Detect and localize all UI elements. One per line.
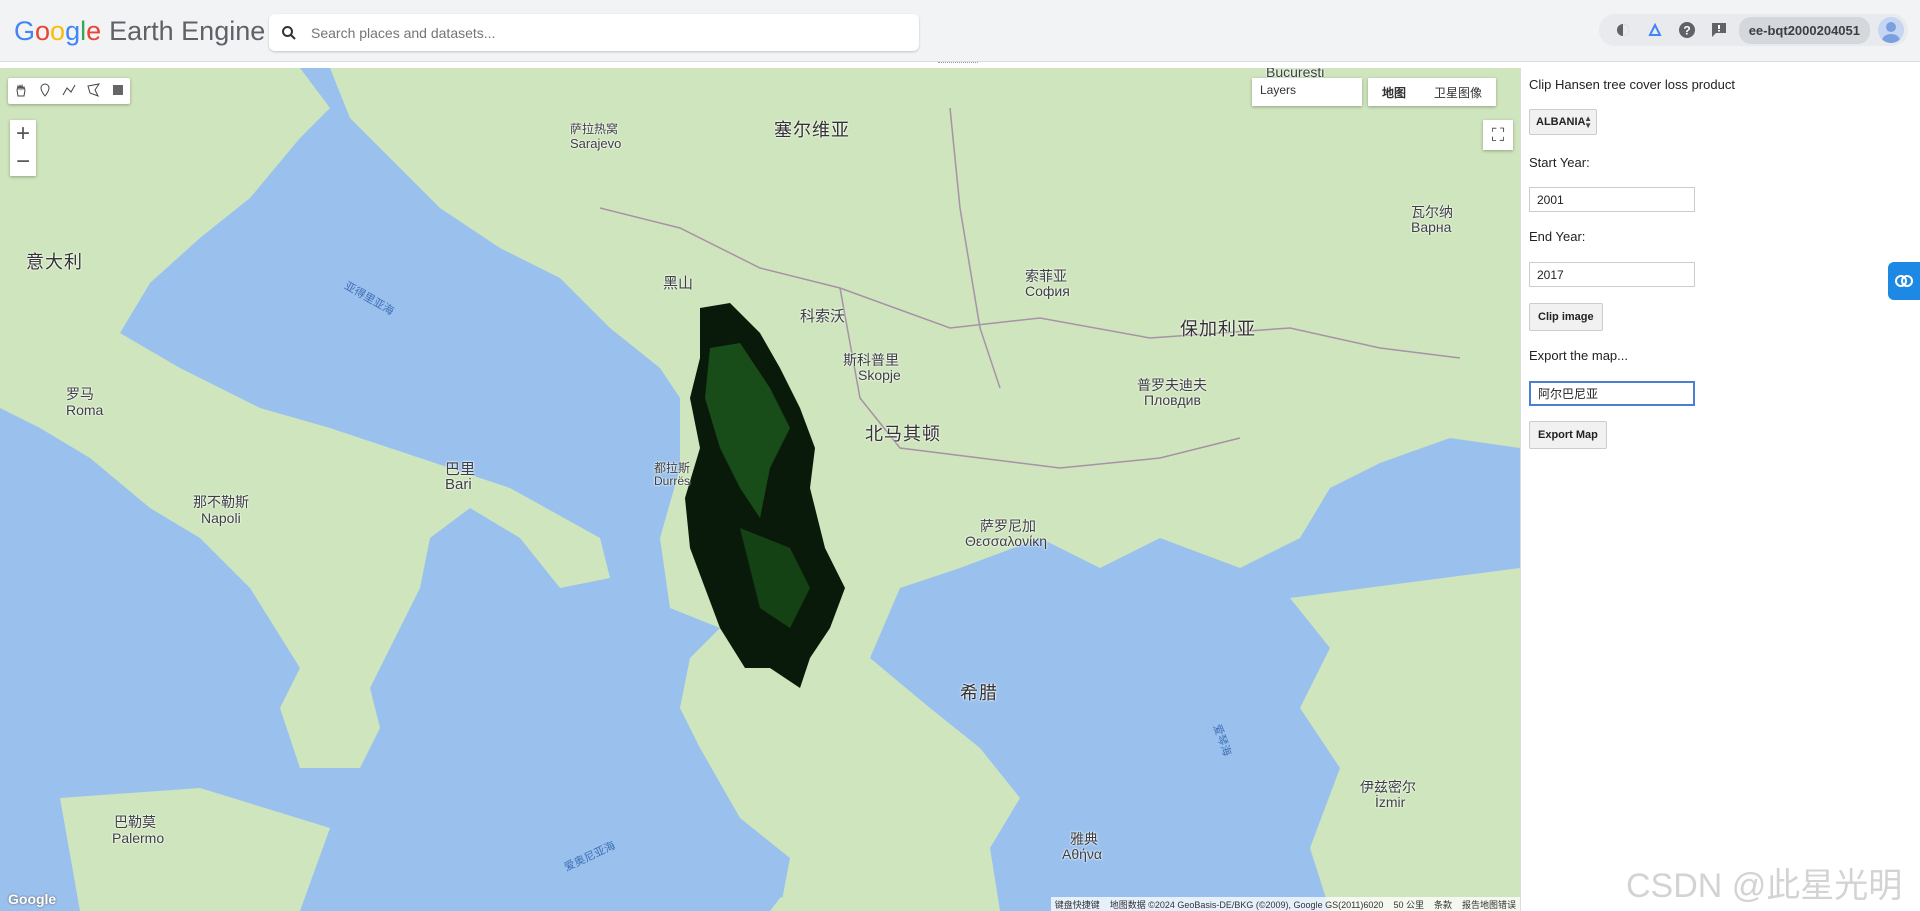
logo-letter: g	[65, 16, 80, 47]
terms-link[interactable]: 条款	[1434, 898, 1452, 911]
user-id-badge[interactable]: ee-bqt2000204051	[1739, 17, 1870, 44]
avatar[interactable]	[1878, 17, 1904, 43]
theme-icon[interactable]	[1611, 18, 1635, 42]
map-label-sarajevo: 萨拉热窝	[570, 120, 618, 137]
map-label-north-macedonia: 北马其顿	[865, 420, 941, 446]
map-label-plovdiv-en: Пловдив	[1144, 392, 1201, 408]
line-icon[interactable]	[62, 83, 76, 100]
earth-engine-logo[interactable]: Google Earth Engine	[14, 14, 265, 48]
polygon-icon[interactable]	[87, 83, 101, 100]
basemap-graphic	[0, 68, 1520, 911]
feedback-icon[interactable]	[1707, 18, 1731, 42]
map-label-sofia-en: София	[1025, 283, 1070, 299]
map-label-durres-en: Durrës	[654, 474, 690, 488]
pin-icon[interactable]	[39, 83, 51, 100]
export-name-field[interactable]	[1529, 381, 1695, 406]
map-type-map-button[interactable]: 地图	[1368, 78, 1420, 106]
map-data-text: 地图数据 ©2024 GeoBasis-DE/BKG (©2009), Goog…	[1110, 898, 1384, 911]
layers-panel[interactable]: Layers	[1252, 78, 1362, 106]
panel-title: Clip Hansen tree cover loss product	[1529, 77, 1735, 92]
app-header: Google Earth Engine ? ee-bqt2000204051	[0, 0, 1920, 62]
notebook-icon[interactable]	[1643, 18, 1667, 42]
map-label-kosovo: 科索沃	[800, 305, 845, 326]
map-label-greece: 希腊	[960, 679, 998, 705]
map-type-satellite-button[interactable]: 卫星图像	[1420, 78, 1496, 106]
fullscreen-icon[interactable]: ⛶	[1483, 120, 1513, 150]
report-error-link[interactable]: 报告地图错误	[1462, 898, 1516, 911]
floating-assistant-icon[interactable]	[1888, 262, 1920, 300]
map-label-athens-en: Αθήνα	[1062, 846, 1102, 862]
drawing-toolbar	[8, 78, 130, 104]
logo-letter: e	[86, 16, 101, 47]
zoom-out-button[interactable]: −	[10, 148, 36, 176]
logo-letter: o	[50, 16, 65, 47]
map-label-bulgaria: 保加利亚	[1180, 315, 1256, 341]
end-year-label: End Year:	[1529, 229, 1585, 244]
map-label-naples: 那不勒斯	[193, 492, 249, 512]
start-year-field[interactable]	[1529, 187, 1695, 212]
map-type-switcher: 地图 卫星图像	[1368, 78, 1496, 106]
zoom-controls: + −	[10, 120, 36, 176]
google-map-logo: Google	[8, 891, 56, 907]
map-label-varna-en: Варна	[1411, 219, 1451, 235]
export-label: Export the map...	[1529, 348, 1628, 363]
map-label-palermo: 巴勒莫	[114, 812, 156, 832]
logo-letter: G	[14, 16, 35, 47]
map-label-italy: 意大利	[26, 248, 83, 274]
end-year-field[interactable]	[1529, 262, 1695, 287]
hand-icon[interactable]	[14, 83, 28, 100]
start-year-label: Start Year:	[1529, 155, 1590, 170]
map-label-montenegro: 黑山	[663, 272, 693, 293]
export-map-button[interactable]: Export Map	[1529, 421, 1607, 449]
map-label-rome: 罗马	[66, 384, 94, 404]
country-select[interactable]: ALBANIA ▲▼	[1529, 109, 1597, 135]
ui-panel: Clip Hansen tree cover loss product ALBA…	[1520, 68, 1920, 911]
panel-resize-handle[interactable]	[938, 62, 978, 67]
scale-bar[interactable]: 50 公里	[1393, 898, 1424, 911]
select-arrows-icon: ▲▼	[1584, 115, 1592, 129]
map-label-skopje-en: Skopje	[858, 367, 901, 383]
header-actions: ? ee-bqt2000204051	[1599, 14, 1908, 46]
map-canvas[interactable]: 塞尔维亚 意大利 保加利亚 北马其顿 希腊 黑山 科索沃 罗马 Roma 那不勒…	[0, 68, 1520, 911]
map-attribution: 键盘快捷键 地图数据 ©2024 GeoBasis-DE/BKG (©2009)…	[1051, 897, 1520, 911]
country-select-value: ALBANIA	[1536, 116, 1586, 128]
keyboard-shortcuts-link[interactable]: 键盘快捷键	[1055, 898, 1100, 911]
map-label-izmir-en: İzmir	[1375, 794, 1405, 810]
watermark: CSDN @此星光明	[1626, 858, 1902, 907]
search-box[interactable]	[269, 14, 919, 51]
map-label-bari-en: Bari	[445, 476, 472, 493]
svg-text:?: ?	[1683, 24, 1690, 38]
map-label-serbia: 塞尔维亚	[774, 116, 850, 142]
help-icon[interactable]: ?	[1675, 18, 1699, 42]
rectangle-icon[interactable]	[112, 84, 124, 99]
map-label-thessaloniki-en: Θεσσαλονίκη	[965, 533, 1047, 549]
logo-product-name: Earth Engine	[109, 16, 265, 47]
search-icon	[269, 25, 309, 41]
logo-letter: o	[35, 16, 50, 47]
clip-image-button[interactable]: Clip image	[1529, 303, 1603, 331]
map-label-sarajevo-en: Sarajevo	[570, 136, 621, 151]
search-input[interactable]	[309, 24, 893, 42]
map-label-rome-en: Roma	[66, 402, 103, 418]
map-label-palermo-en: Palermo	[112, 830, 164, 846]
map-label-naples-en: Napoli	[201, 510, 241, 526]
zoom-in-button[interactable]: +	[10, 120, 36, 148]
